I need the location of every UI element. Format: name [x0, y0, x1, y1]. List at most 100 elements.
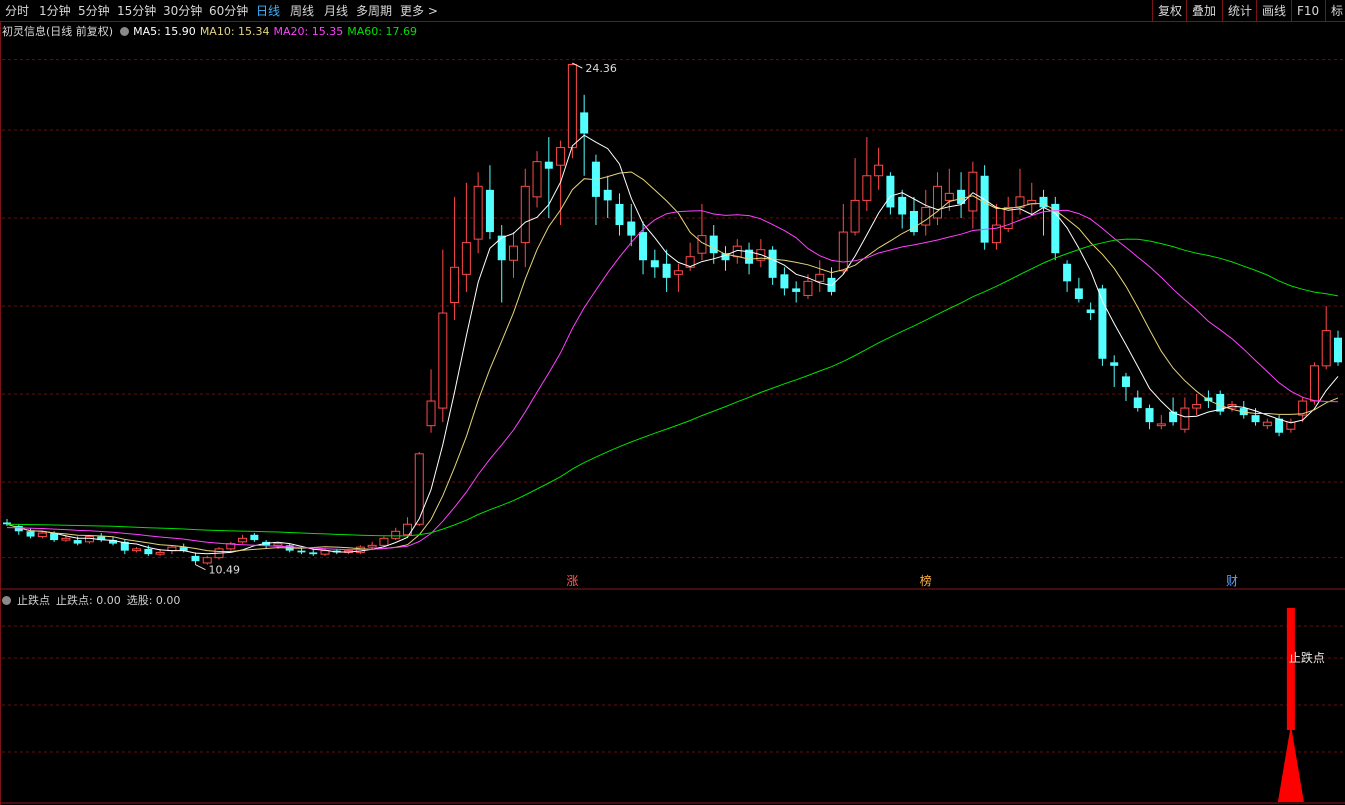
- candle-body-up: [367, 544, 377, 548]
- candle: [367, 541, 377, 549]
- candle-body-down: [780, 274, 789, 289]
- candle-body-up: [1262, 421, 1272, 427]
- candle: [1074, 277, 1083, 303]
- candle: [262, 540, 271, 549]
- candle: [97, 533, 106, 542]
- candle-body-down: [497, 235, 506, 261]
- candle: [1027, 182, 1037, 215]
- candle: [1180, 397, 1190, 433]
- candle-body-down: [1145, 408, 1154, 423]
- candle-body-up: [520, 185, 530, 244]
- candle: [1145, 404, 1154, 430]
- event-marker-2: 财: [1226, 574, 1238, 588]
- candlestick-chart[interactable]: 24.36 10.49 涨 榜 财止跌点: [0, 0, 1345, 805]
- candle: [721, 246, 730, 271]
- candle: [1262, 418, 1272, 430]
- candle: [1334, 330, 1342, 366]
- candle-body-up: [508, 245, 518, 261]
- candle-body-down: [1039, 196, 1048, 208]
- candle-body-down: [1110, 362, 1119, 366]
- signal-label: 止跌点: [1289, 650, 1325, 665]
- low-pointer: [195, 564, 206, 571]
- candle-body-down: [1251, 415, 1260, 423]
- candle: [167, 545, 177, 555]
- candle: [485, 165, 494, 240]
- candle-body-down: [544, 161, 553, 169]
- candle-body-down: [297, 550, 306, 553]
- ma60-line: [6, 238, 1339, 537]
- candle: [532, 151, 542, 208]
- candle: [898, 189, 907, 229]
- candle: [1156, 415, 1166, 430]
- candle: [1216, 390, 1225, 416]
- candle: [1098, 284, 1107, 366]
- candle-body-up: [850, 199, 860, 233]
- candle: [508, 232, 518, 278]
- candle: [1169, 397, 1178, 426]
- candle-body-up: [37, 532, 47, 538]
- candle-body-up: [815, 273, 825, 282]
- candle: [980, 165, 989, 250]
- high-price-label: 24.36: [585, 62, 617, 75]
- candle: [1086, 302, 1095, 321]
- candle: [1286, 418, 1296, 433]
- candle-body-down: [627, 221, 636, 236]
- candle: [26, 527, 35, 539]
- candle-body-up: [567, 64, 577, 149]
- candle: [673, 263, 683, 292]
- candle-body-up: [1192, 404, 1202, 409]
- candle: [886, 172, 895, 215]
- candle: [238, 534, 248, 544]
- candle: [1298, 397, 1308, 423]
- candle-body-down: [662, 263, 671, 278]
- candle: [520, 168, 530, 268]
- ma20-line: [6, 209, 1339, 551]
- candle-body-up: [155, 551, 165, 555]
- candle-body-down: [1098, 288, 1107, 359]
- candle: [1239, 401, 1248, 419]
- candle-body-down: [1334, 337, 1342, 363]
- candle-body-up: [532, 161, 542, 198]
- candle-body-down: [144, 548, 153, 555]
- event-marker-1: 榜: [920, 573, 932, 588]
- candle-body-down: [603, 189, 612, 201]
- candle: [697, 203, 707, 261]
- candle-body-down: [580, 112, 589, 134]
- candle-body-up: [461, 242, 471, 275]
- candle: [591, 154, 600, 226]
- candle: [1204, 390, 1213, 409]
- candle: [1192, 394, 1202, 416]
- candle: [461, 182, 471, 292]
- candle: [250, 533, 259, 542]
- ma5-line: [6, 134, 1339, 555]
- candle: [944, 168, 954, 211]
- candle-body-down: [898, 196, 907, 215]
- candle: [862, 137, 872, 211]
- candle-body-up: [414, 453, 424, 525]
- signal-bar: [1286, 608, 1295, 730]
- low-price-label: 10.49: [208, 564, 240, 577]
- candle: [1133, 390, 1142, 412]
- candle-body-up: [803, 280, 813, 296]
- candle-body-down: [1121, 376, 1130, 387]
- candle-body-down: [1133, 397, 1142, 409]
- candle-body-down: [485, 189, 494, 233]
- candle: [1309, 362, 1319, 405]
- candle: [615, 193, 624, 236]
- candle-body-down: [980, 175, 989, 243]
- candle-body-down: [1063, 263, 1072, 282]
- candle: [1321, 306, 1331, 370]
- candle: [1121, 372, 1130, 402]
- candle-body-up: [1180, 407, 1190, 430]
- ma10-line: [6, 171, 1339, 552]
- candle: [991, 203, 1001, 250]
- candle-body-up: [391, 530, 401, 539]
- candle: [473, 172, 483, 254]
- candle-body-up: [1309, 365, 1319, 402]
- candle-body-down: [191, 555, 200, 562]
- candle: [921, 189, 931, 236]
- candle: [14, 524, 23, 535]
- candle-body-up: [450, 266, 460, 303]
- candle-body-up: [1156, 423, 1166, 427]
- candle: [850, 158, 860, 236]
